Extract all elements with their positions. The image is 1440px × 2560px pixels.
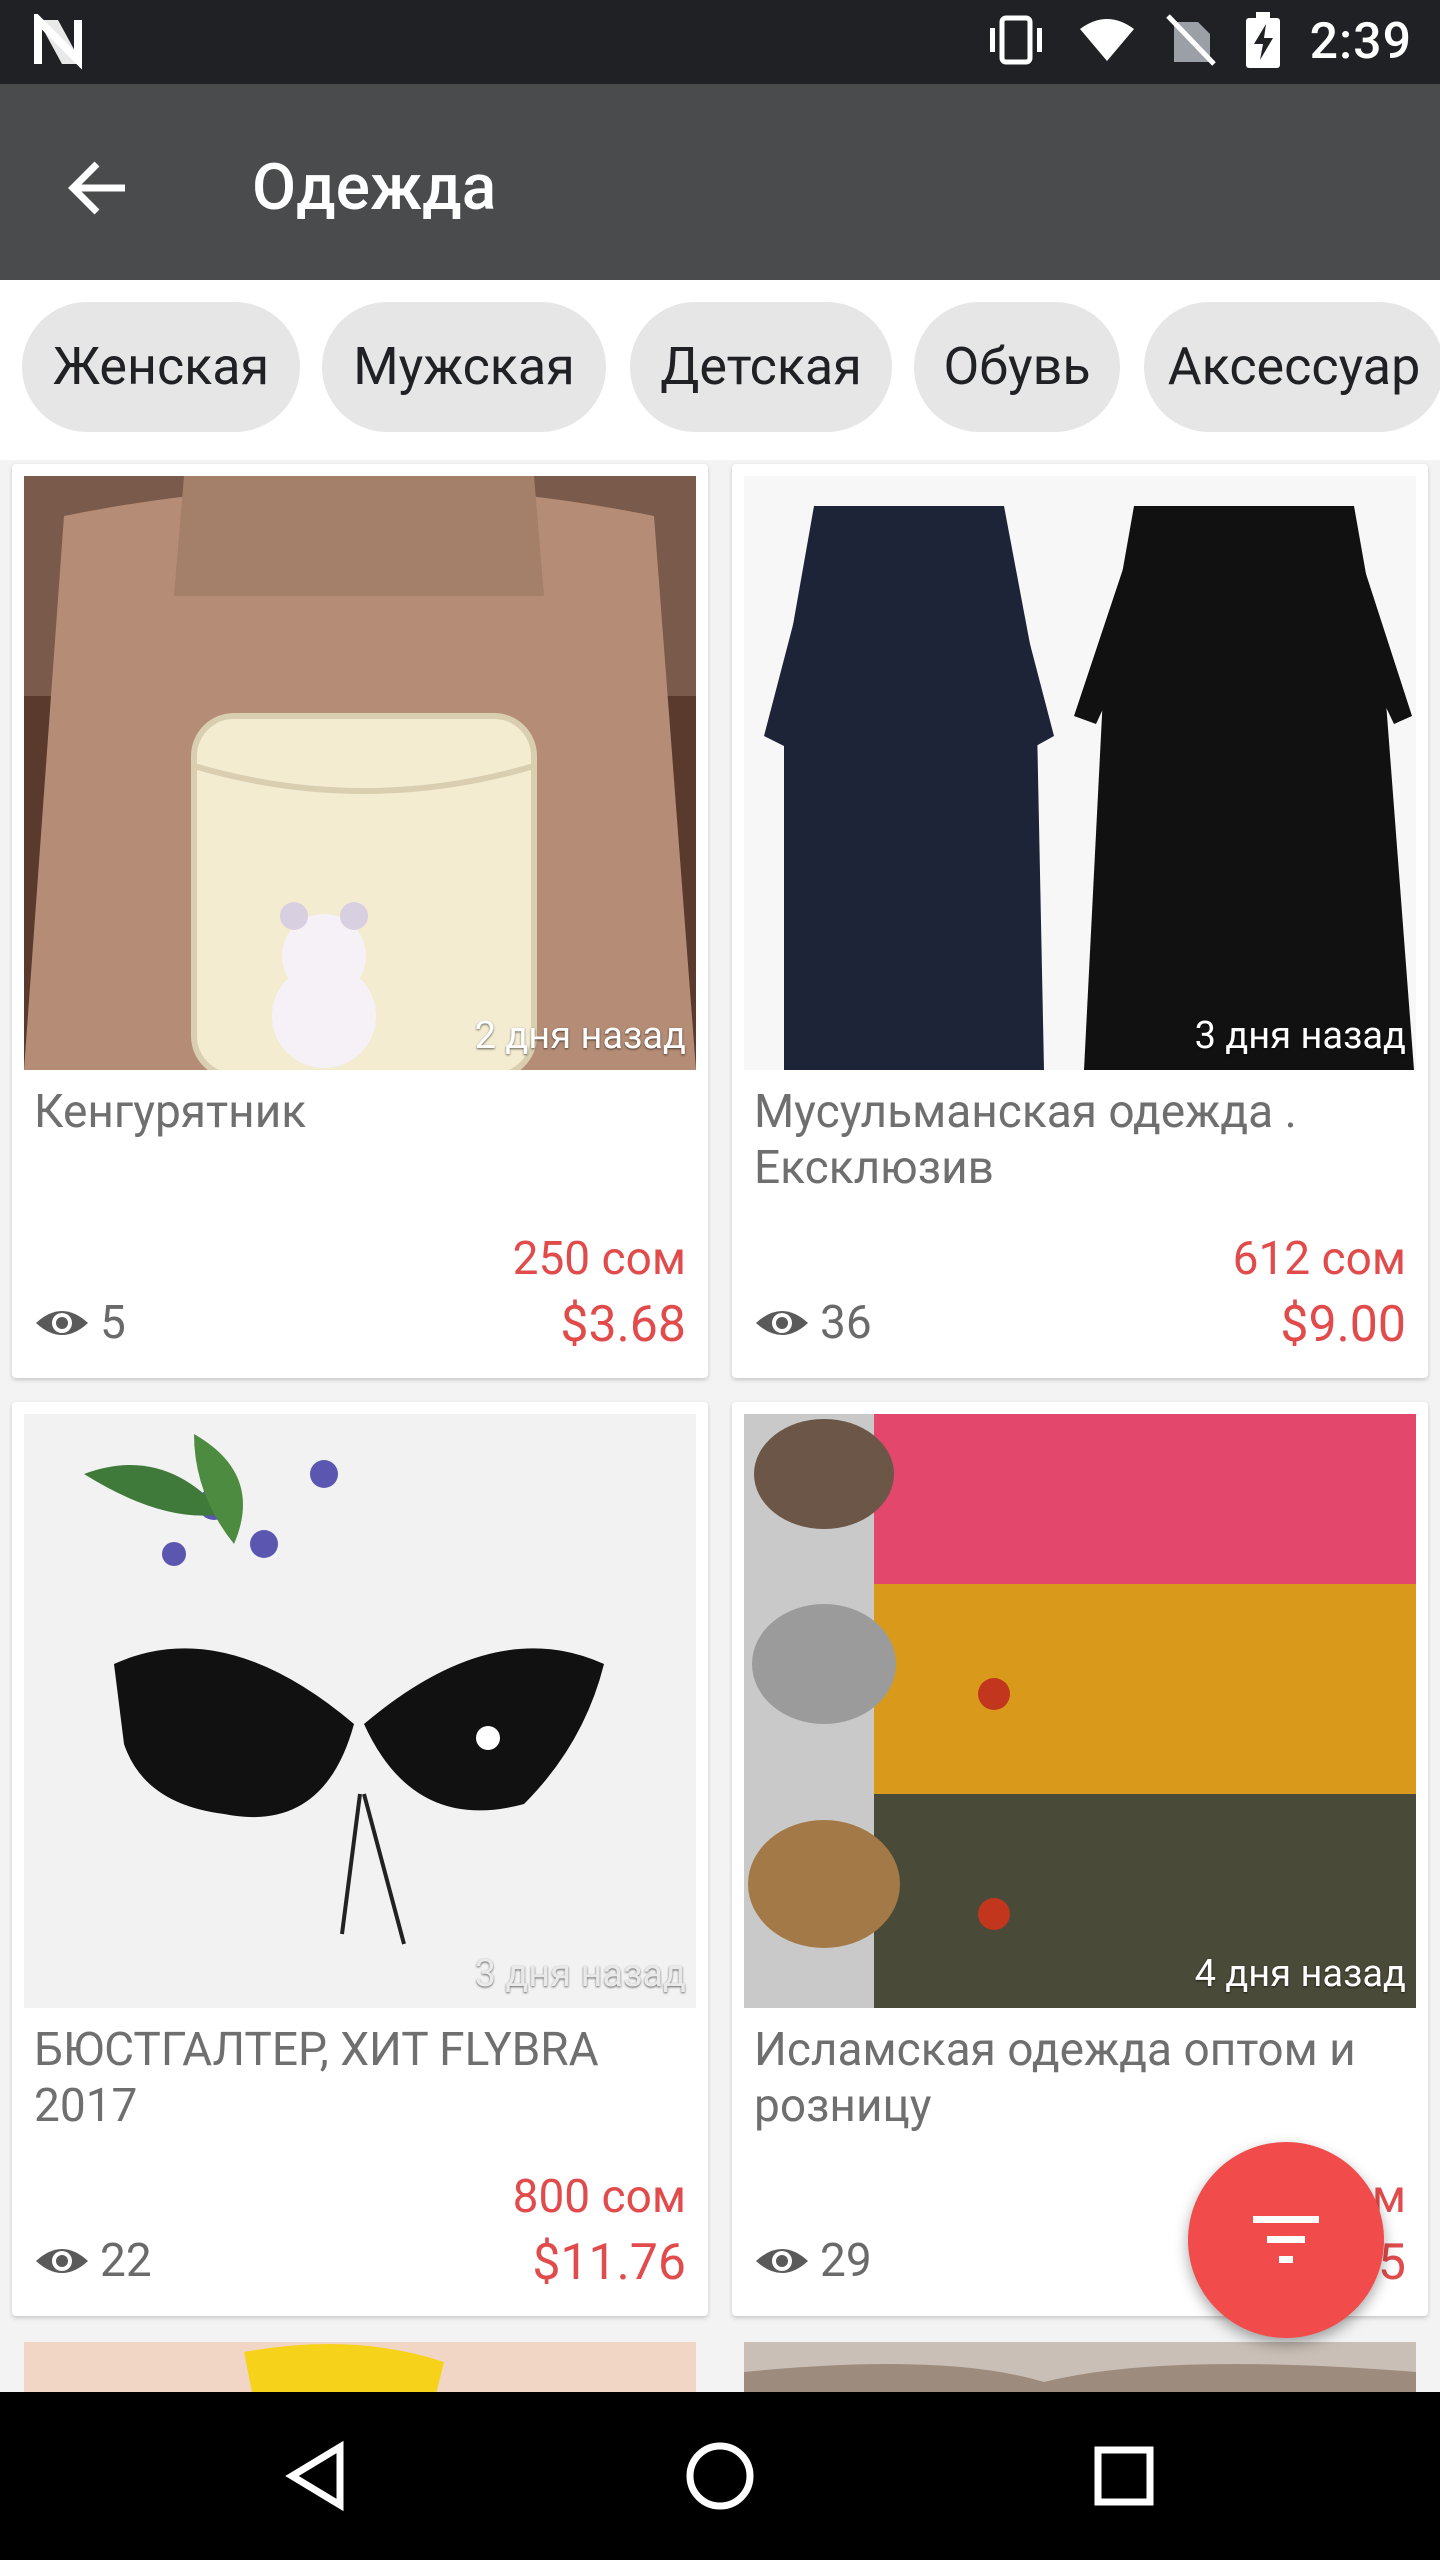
chip-men[interactable]: Мужская (322, 302, 606, 432)
eye-icon (36, 1311, 88, 1335)
views-count: 36 (820, 1296, 872, 1350)
chip-shoes[interactable]: Обувь (914, 302, 1120, 432)
listings-grid: 2 дня назад Кенгурятник 250 сом 5 $3.68 (0, 460, 1440, 2392)
price-usd: $9.00 (1280, 1296, 1406, 1354)
listing-card[interactable]: 3 дня назад БЮСТГАЛТЕР, ХИТ FLYBRA 2017 … (12, 1402, 708, 2316)
listing-age: 2 дня назад (474, 1014, 686, 1058)
eye-icon (756, 1311, 808, 1335)
views-counter: 22 (34, 2234, 152, 2288)
listing-card-peek[interactable] (24, 2342, 696, 2392)
status-bar: 2:39 (0, 0, 1440, 84)
price-usd: $3.68 (560, 1296, 686, 1354)
category-chips: Женская Мужская Детская Обувь Аксессуар (0, 280, 1440, 460)
price-usd: $11.76 (532, 2234, 686, 2292)
page-title: Одежда (252, 150, 497, 225)
back-button[interactable] (52, 142, 144, 234)
views-count: 29 (820, 2234, 872, 2288)
battery-charging-icon (1245, 12, 1280, 72)
filter-fab[interactable] (1188, 2142, 1384, 2338)
wifi-icon (1078, 17, 1136, 67)
listing-card[interactable]: 2 дня назад Кенгурятник 250 сом 5 $3.68 (12, 464, 708, 1378)
vibrate-icon (984, 14, 1048, 70)
circle-home-icon (686, 2442, 754, 2510)
no-sim-icon (1165, 14, 1216, 70)
nav-back-button[interactable] (256, 2416, 376, 2536)
navigation-bar (0, 2392, 1440, 2560)
nav-home-button[interactable] (660, 2416, 780, 2536)
listing-card[interactable]: 3 дня назад Мусульманская одежда . Екскл… (732, 464, 1428, 1378)
listing-image: 3 дня назад (744, 476, 1416, 1070)
eye-icon (36, 2249, 88, 2273)
listing-age: 3 дня назад (1194, 1014, 1406, 1058)
status-time: 2:39 (1309, 13, 1412, 71)
filter-icon (1253, 2216, 1319, 2263)
price-som: 800 сом (512, 2170, 686, 2224)
listing-title: БЮСТГАЛТЕР, ХИТ FLYBRA 2017 (34, 2023, 599, 2133)
listing-image: 2 дня назад (24, 476, 696, 1070)
views-counter: 36 (754, 1296, 872, 1350)
triangle-back-icon (285, 2441, 344, 2511)
square-recents-icon (1094, 2446, 1154, 2506)
views-counter: 29 (754, 2234, 872, 2288)
listing-title: Исламская одежда оптом и розницу (754, 2023, 1356, 2133)
eye-icon (756, 2249, 808, 2273)
chip-kids[interactable]: Детская (630, 302, 892, 432)
n-logo-icon (32, 10, 92, 70)
nav-recents-button[interactable] (1064, 2416, 1184, 2536)
views-count: 22 (100, 2234, 152, 2288)
listing-title: Мусульманская одежда . Ексклюзив (754, 1085, 1297, 1195)
price-som: 612 сом (1232, 1232, 1406, 1286)
price-som: 250 сом (512, 1232, 686, 1286)
listing-age: 3 дня назад (474, 1952, 686, 1996)
arrow-back-icon (68, 161, 125, 215)
listing-image: 3 дня назад (24, 1414, 696, 2008)
views-counter: 5 (34, 1296, 126, 1350)
listing-card-peek[interactable] (744, 2342, 1416, 2392)
listing-age: 4 дня назад (1194, 1952, 1406, 1996)
views-count: 5 (100, 1296, 126, 1350)
chip-women[interactable]: Женская (22, 302, 300, 432)
chip-accessories[interactable]: Аксессуар (1144, 302, 1440, 432)
listing-image: 4 дня назад (744, 1414, 1416, 2008)
listing-title: Кенгурятник (34, 1085, 307, 1139)
app-bar: Одежда (0, 84, 1440, 280)
